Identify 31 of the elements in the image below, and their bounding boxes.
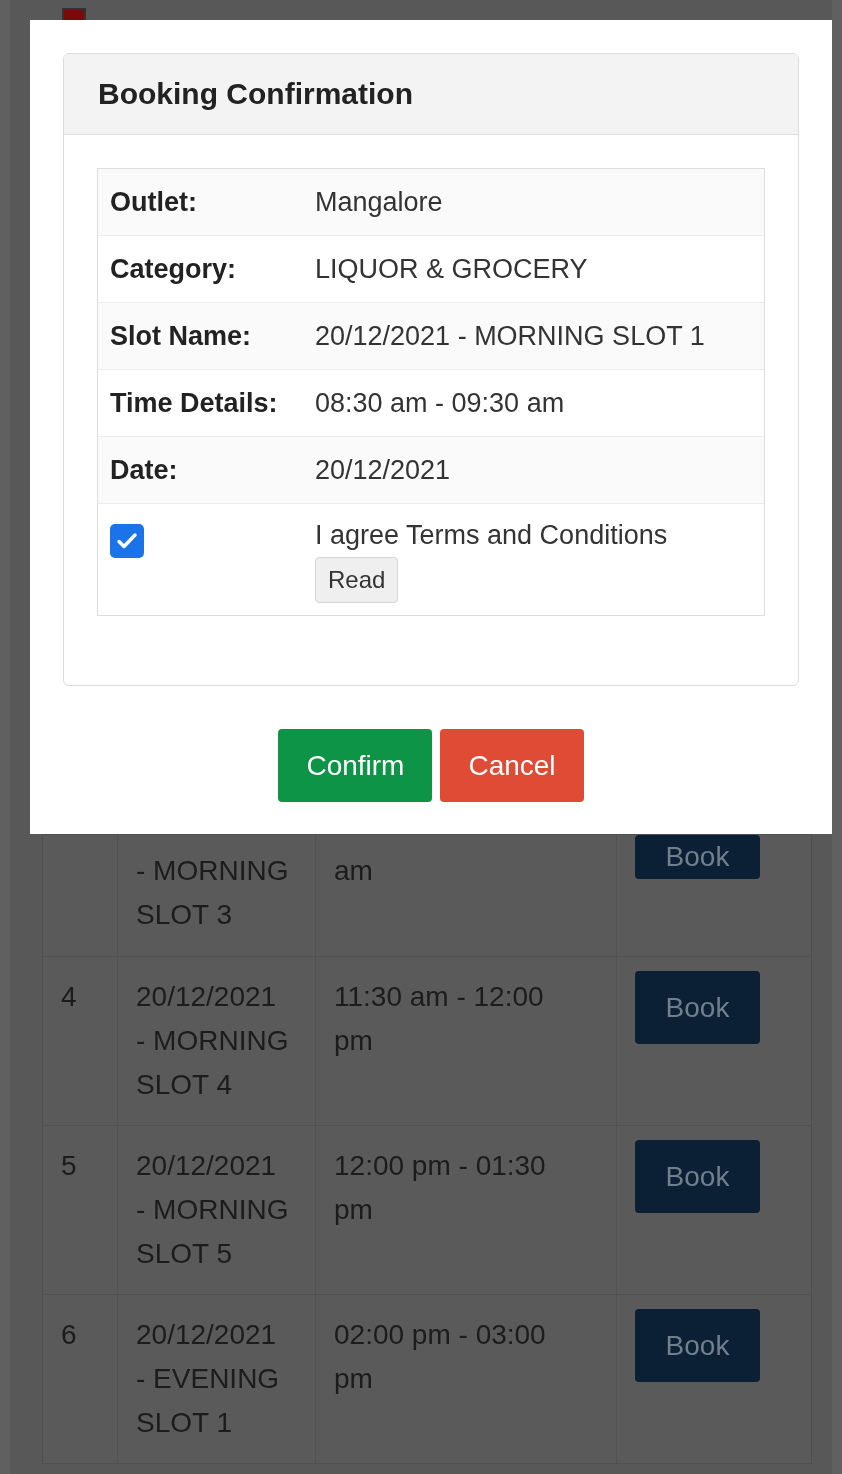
book-button[interactable]: Book [635,1140,760,1213]
detail-label: Slot Name: [109,320,253,352]
detail-label: Outlet: [109,186,198,218]
confirm-button[interactable]: Confirm [278,729,433,802]
slot-time: 11:30 am - 12:00 pm [334,981,544,1056]
slot-number: 5 [61,1150,77,1181]
detail-value: 08:30 am - 09:30 am [314,387,566,419]
detail-value: Mangalore [314,186,444,218]
book-button[interactable]: Book [635,835,760,879]
slot-time: 12:00 pm - 01:30 pm [334,1150,546,1225]
agree-text: I agree Terms and Conditions [315,520,668,551]
detail-label: Category: [109,253,238,285]
detail-label: Time Details: [109,387,279,419]
read-button[interactable]: Read [315,557,399,603]
book-button[interactable]: Book [635,971,760,1044]
dialog-title: Booking Confirmation [98,77,413,111]
detail-value: 20/12/2021 [314,454,452,486]
cancel-button[interactable]: Cancel [440,729,584,802]
slot-name: 20/12/2021 - EVENING SLOT 1 [136,1319,280,1438]
slot-name: 20/12/2021 - MORNING SLOT 5 [136,1150,289,1269]
slot-name: 20/12/2021 - MORNING SLOT 4 [136,981,289,1100]
slot-time: 02:00 pm - 03:00 pm [334,1319,546,1394]
slot-time: am [334,855,373,886]
book-button[interactable]: Book [635,1309,760,1382]
detail-value: 20/12/2021 - MORNING SLOT 1 [314,320,706,352]
slot-number: 6 [61,1319,77,1350]
detail-value: LIQUOR & GROCERY [314,253,589,285]
slot-number: 4 [61,981,77,1012]
slot-name: - MORNING SLOT 3 [136,855,289,930]
agree-checkbox[interactable] [110,524,144,558]
detail-label: Date: [109,454,179,486]
